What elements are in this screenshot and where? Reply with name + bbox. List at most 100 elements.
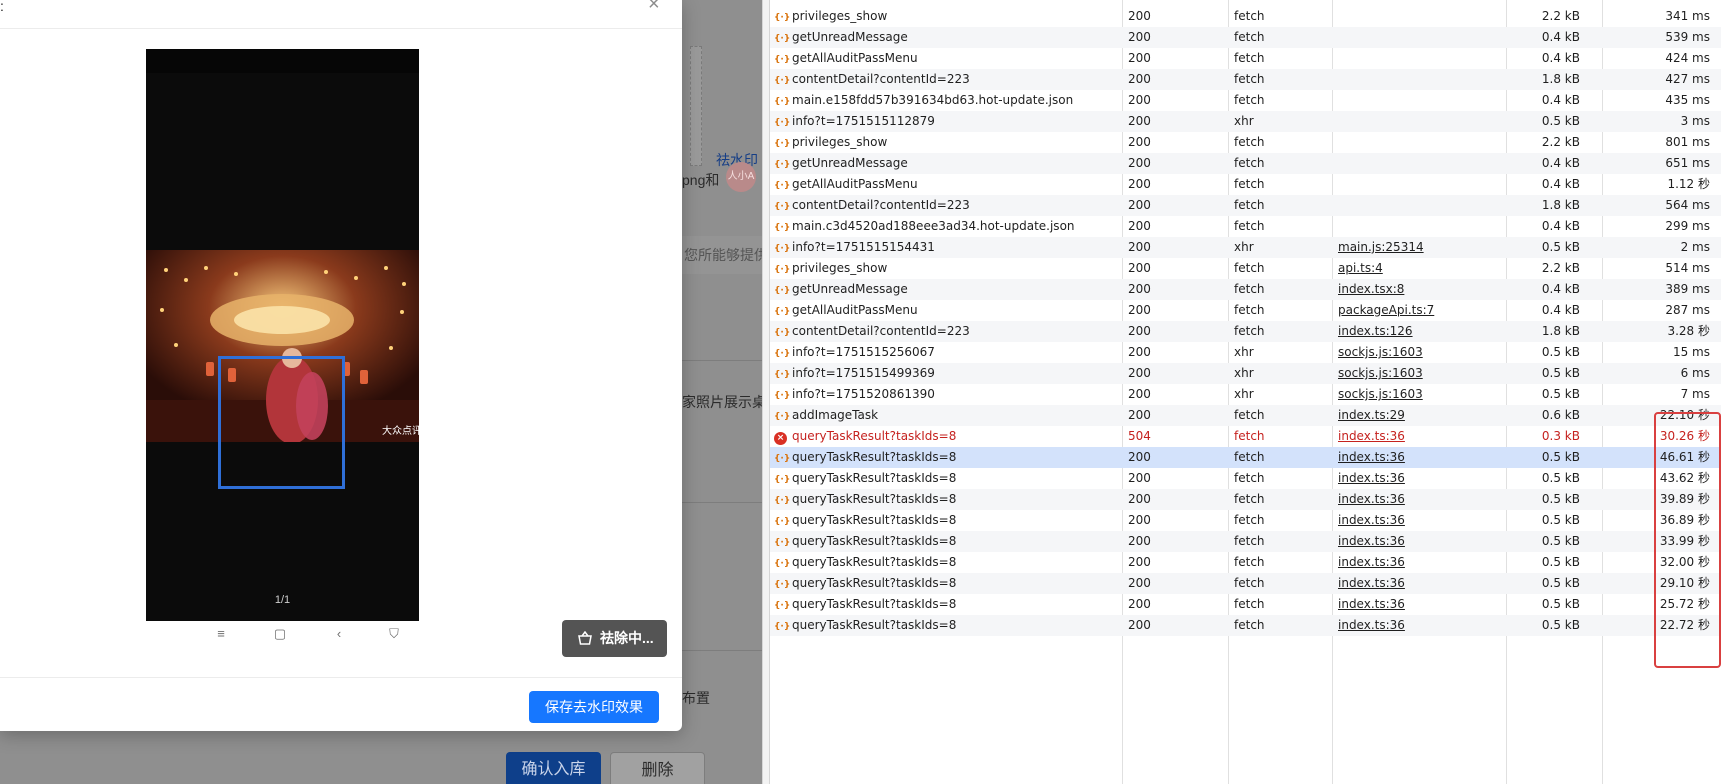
request-row[interactable]: {·} queryTaskResult?taskIds=8 200 fetch inde… xyxy=(770,489,1721,510)
initiator-link[interactable]: api.ts:4 xyxy=(1338,261,1383,275)
request-initiator[interactable]: sockjs.js:1603 xyxy=(1338,384,1498,405)
request-initiator[interactable] xyxy=(1338,195,1498,216)
request-row[interactable]: {·} addImageTask 200 fetch index.ts:29 0.6 kB… xyxy=(770,405,1721,426)
request-row[interactable]: {·} info?t=1751515256067 200 xhr sockjs.js:1… xyxy=(770,342,1721,363)
request-initiator[interactable]: index.ts:29 xyxy=(1338,405,1498,426)
initiator-link[interactable]: index.tsx:8 xyxy=(1338,282,1404,296)
request-status: 200 xyxy=(1128,513,1151,527)
initiator-link[interactable]: index.ts:36 xyxy=(1338,555,1405,569)
request-row[interactable]: {·} contentDetail?contentId=223 200 fetch 1.… xyxy=(770,195,1721,216)
request-name-text: queryTaskResult?taskIds=8 xyxy=(792,555,957,569)
request-initiator[interactable] xyxy=(1338,48,1498,69)
request-row[interactable]: {·} queryTaskResult?taskIds=8 200 fetch inde… xyxy=(770,447,1721,468)
request-initiator[interactable]: index.ts:36 xyxy=(1338,552,1498,573)
initiator-link[interactable]: index.ts:36 xyxy=(1338,597,1405,611)
initiator-link[interactable]: index.ts:126 xyxy=(1338,324,1413,338)
removing-button[interactable]: 祛除中... xyxy=(562,620,667,657)
request-initiator[interactable] xyxy=(1338,174,1498,195)
request-row[interactable]: {·} getAllAuditPassMenu 200 fetch packageApi… xyxy=(770,300,1721,321)
request-initiator[interactable]: index.ts:36 xyxy=(1338,531,1498,552)
initiator-link[interactable]: index.ts:36 xyxy=(1338,513,1405,527)
request-initiator[interactable] xyxy=(1338,111,1498,132)
request-type: fetch xyxy=(1234,429,1265,443)
request-row[interactable]: {·} info?t=1751520861390 200 xhr sockjs.js:1… xyxy=(770,384,1721,405)
initiator-link[interactable]: index.ts:36 xyxy=(1338,534,1405,548)
avatar[interactable]: 人小A xyxy=(726,162,756,192)
request-type: xhr xyxy=(1234,366,1254,380)
request-initiator[interactable]: packageApi.ts:7 xyxy=(1338,300,1498,321)
request-row[interactable]: × queryTaskResult?taskIds=8 504 fetch index.… xyxy=(770,426,1721,447)
request-initiator[interactable]: index.ts:36 xyxy=(1338,447,1498,468)
request-initiator[interactable]: index.ts:36 xyxy=(1338,468,1498,489)
request-row[interactable]: {·} contentDetail?contentId=223 200 fetch 1.… xyxy=(770,69,1721,90)
request-row[interactable]: {·} privileges_show 200 fetch 2.2 kB 801 ms xyxy=(770,132,1721,153)
request-name-text: addImageTask xyxy=(792,408,879,422)
request-initiator[interactable]: index.tsx:8 xyxy=(1338,279,1498,300)
initiator-link[interactable]: index.ts:36 xyxy=(1338,618,1405,632)
initiator-link[interactable]: index.ts:29 xyxy=(1338,408,1405,422)
request-size: 0.4 kB xyxy=(1541,177,1580,191)
request-initiator[interactable]: index.ts:36 xyxy=(1338,489,1498,510)
request-initiator[interactable] xyxy=(1338,69,1498,90)
request-row[interactable]: {·} queryTaskResult?taskIds=8 200 fetch inde… xyxy=(770,594,1721,615)
request-row[interactable]: {·} queryTaskResult?taskIds=8 200 fetch inde… xyxy=(770,468,1721,489)
close-icon[interactable]: × xyxy=(648,0,660,14)
initiator-link[interactable]: main.js:25314 xyxy=(1338,240,1424,254)
request-row[interactable]: {·} queryTaskResult?taskIds=8 200 fetch inde… xyxy=(770,615,1721,636)
request-time: 3 ms xyxy=(1680,114,1710,128)
request-row[interactable]: {·} main.c3d4520ad188eee3ad34.hot-update.… xyxy=(770,216,1721,237)
save-watermark-removal-button[interactable]: 保存去水印效果 xyxy=(529,691,659,723)
delete-button[interactable]: 删除 xyxy=(610,752,705,784)
request-initiator[interactable]: sockjs.js:1603 xyxy=(1338,342,1498,363)
request-initiator[interactable] xyxy=(1338,216,1498,237)
request-row[interactable]: {·} queryTaskResult?taskIds=8 200 fetch inde… xyxy=(770,573,1721,594)
request-row[interactable]: {·} queryTaskResult?taskIds=8 200 fetch inde… xyxy=(770,510,1721,531)
request-initiator[interactable]: index.ts:36 xyxy=(1338,615,1498,636)
initiator-link[interactable]: packageApi.ts:7 xyxy=(1338,303,1434,317)
request-initiator[interactable] xyxy=(1338,27,1498,48)
watermark-selection-box[interactable] xyxy=(218,356,345,489)
request-size: 2.2 kB xyxy=(1541,135,1580,149)
request-initiator[interactable]: sockjs.js:1603 xyxy=(1338,363,1498,384)
initiator-link[interactable]: index.ts:36 xyxy=(1338,429,1405,443)
initiator-link[interactable]: index.ts:36 xyxy=(1338,492,1405,506)
request-row[interactable]: {·} getAllAuditPassMenu 200 fetch 0.4 kB 424 … xyxy=(770,48,1721,69)
devtools-resize-handle[interactable] xyxy=(762,0,770,784)
request-status: 200 xyxy=(1128,261,1151,275)
request-initiator[interactable]: api.ts:4 xyxy=(1338,258,1498,279)
request-initiator[interactable]: main.js:25314 xyxy=(1338,237,1498,258)
request-initiator[interactable] xyxy=(1338,90,1498,111)
request-row[interactable]: {·} queryTaskResult?taskIds=8 200 fetch inde… xyxy=(770,531,1721,552)
request-initiator[interactable] xyxy=(1338,6,1498,27)
request-row[interactable]: {·} info?t=1751515154431 200 xhr main.js:253… xyxy=(770,237,1721,258)
request-initiator[interactable]: index.ts:126 xyxy=(1338,321,1498,342)
network-panel: {·} privileges_show 200 fetch 2.2 kB 341 ms {·… xyxy=(770,0,1721,784)
initiator-link[interactable]: sockjs.js:1603 xyxy=(1338,366,1423,380)
fetch-icon: {·} xyxy=(774,76,791,86)
request-initiator[interactable]: index.ts:36 xyxy=(1338,594,1498,615)
initiator-link[interactable]: sockjs.js:1603 xyxy=(1338,387,1423,401)
request-initiator[interactable] xyxy=(1338,132,1498,153)
request-row[interactable]: {·} contentDetail?contentId=223 200 fetch in… xyxy=(770,321,1721,342)
request-row[interactable]: {·} info?t=1751515112879 200 xhr 0.5 kB 3 ms xyxy=(770,111,1721,132)
request-row[interactable]: {·} getUnreadMessage 200 fetch index.tsx:8 0.… xyxy=(770,279,1721,300)
request-initiator[interactable]: index.ts:36 xyxy=(1338,510,1498,531)
request-initiator[interactable] xyxy=(1338,153,1498,174)
request-initiator[interactable]: index.ts:36 xyxy=(1338,573,1498,594)
request-initiator[interactable]: index.ts:36 xyxy=(1338,426,1498,447)
initiator-link[interactable]: sockjs.js:1603 xyxy=(1338,345,1423,359)
initiator-link[interactable]: index.ts:36 xyxy=(1338,576,1405,590)
request-row[interactable]: {·} getAllAuditPassMenu 200 fetch 0.4 kB 1.12… xyxy=(770,174,1721,195)
initiator-link[interactable]: index.ts:36 xyxy=(1338,450,1405,464)
request-row[interactable]: {·} getUnreadMessage 200 fetch 0.4 kB 651 ms xyxy=(770,153,1721,174)
request-row[interactable]: {·} info?t=1751515499369 200 xhr sockjs.js:1… xyxy=(770,363,1721,384)
initiator-link[interactable]: index.ts:36 xyxy=(1338,471,1405,485)
request-row[interactable]: {·} privileges_show 200 fetch 2.2 kB 341 ms xyxy=(770,6,1721,27)
request-time: 435 ms xyxy=(1665,93,1710,107)
request-row[interactable]: {·} privileges_show 200 fetch api.ts:4 2.2 kB… xyxy=(770,258,1721,279)
request-row[interactable]: {·} getUnreadMessage 200 fetch 0.4 kB 539 ms xyxy=(770,27,1721,48)
request-row[interactable]: {·} queryTaskResult?taskIds=8 200 fetch inde… xyxy=(770,552,1721,573)
request-row[interactable]: {·} main.e158fdd57b391634bd63.hot-update.… xyxy=(770,90,1721,111)
request-status: 200 xyxy=(1128,282,1151,296)
confirm-storage-button[interactable]: 确认入库 xyxy=(506,752,601,784)
